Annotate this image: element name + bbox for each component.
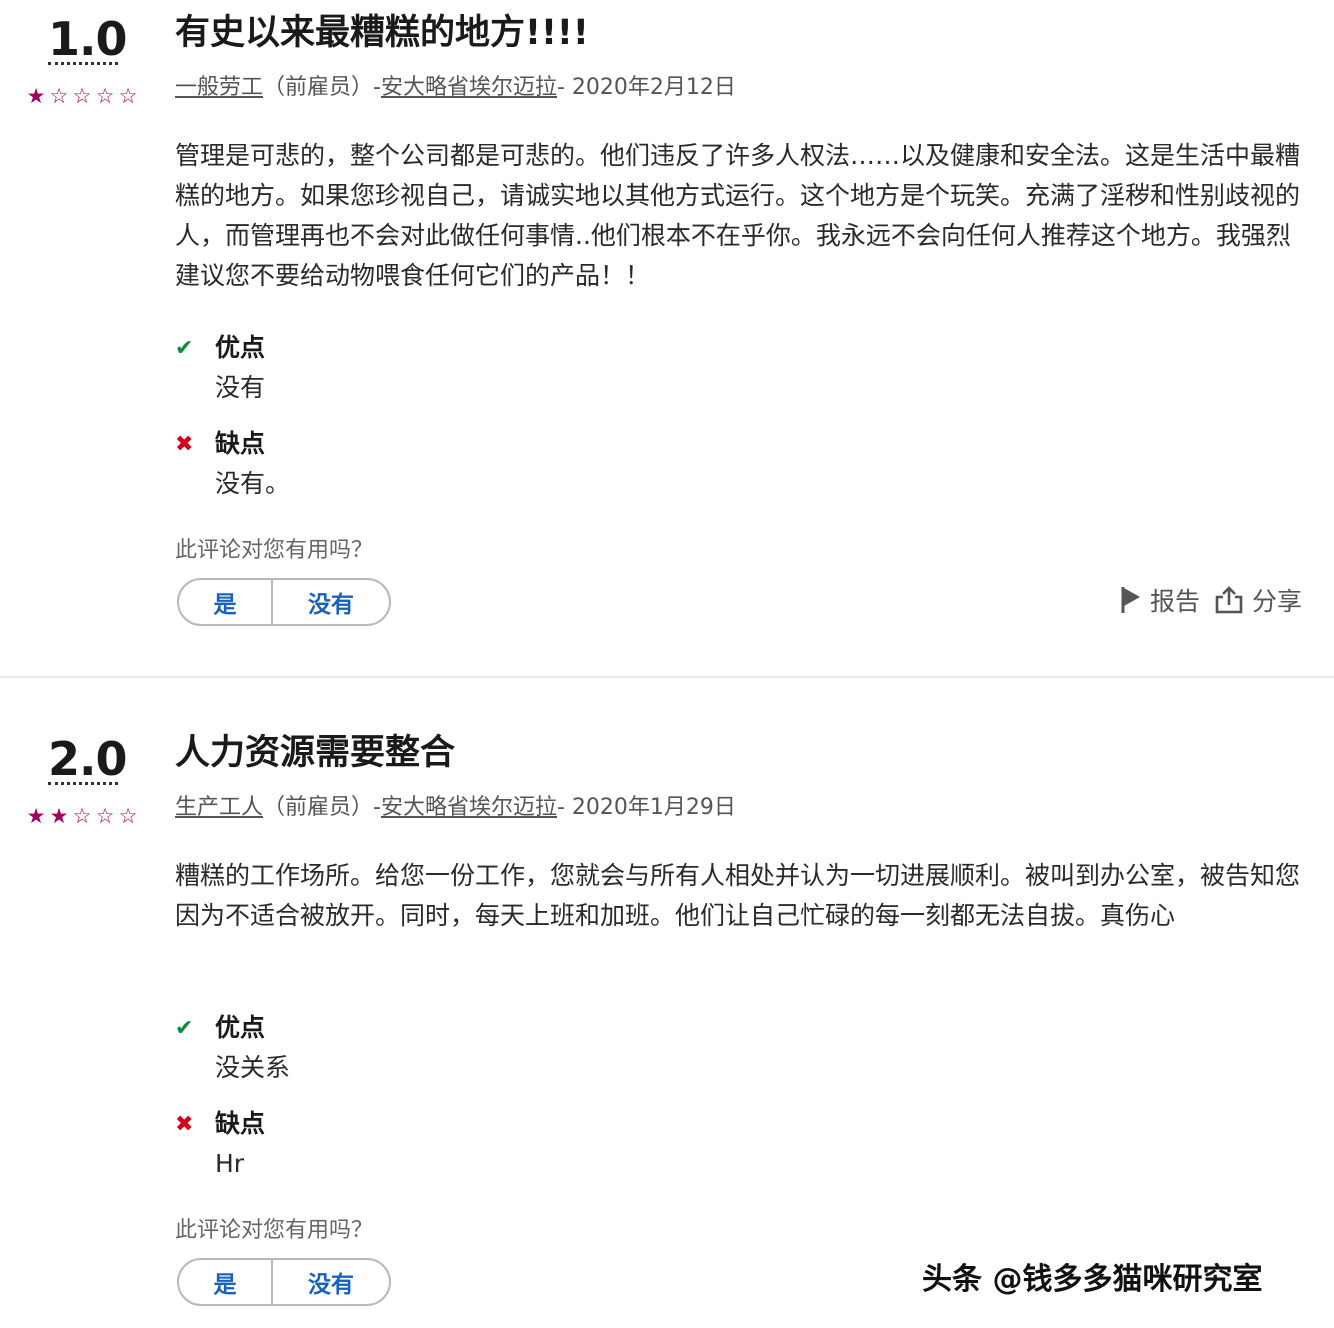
vote-yes-button[interactable]: 是 (179, 580, 273, 624)
flag-icon (1120, 585, 1142, 615)
review-meta: 生产工人（前雇员）-安大略省埃尔迈拉- 2020年1月29日 (175, 792, 736, 824)
rating-dotted-underline[interactable] (48, 782, 118, 785)
star-filled-icon: ★ (26, 84, 47, 108)
star-empty-icon: ☆ (118, 84, 139, 108)
review-date: - 2020年2月12日 (556, 75, 736, 100)
pros-heading: 优点 (215, 1013, 266, 1042)
pros-heading: 优点 (215, 333, 266, 362)
star-empty-icon: ☆ (49, 84, 70, 108)
star-filled-icon: ★ (26, 804, 47, 828)
vote-yes-button[interactable]: 是 (179, 1260, 273, 1304)
star-empty-icon: ☆ (72, 84, 93, 108)
review-card: 1.0 ★ ☆ ☆ ☆ ☆ 有史以来最糟糕的地方!!!! 一般劳工（前雇员）-安大略省埃… (0, 0, 1334, 676)
cons-text: 没有。 (215, 469, 291, 498)
vote-no-button[interactable]: 没有 (273, 1260, 389, 1304)
rating-dotted-underline[interactable] (48, 62, 118, 65)
star-rating: ★ ★ ☆ ☆ ☆ (25, 802, 140, 830)
review-body: 糟糕的工作场所。给您一份工作，您就会与所有人相处并认为一切进展顺利。被叫到办公室… (175, 861, 1301, 930)
rating-score: 1.0 (48, 12, 128, 66)
star-filled-icon: ★ (49, 804, 70, 828)
share-icon (1214, 585, 1244, 615)
location-link[interactable]: 安大略省埃尔迈拉 (381, 75, 557, 100)
star-empty-icon: ☆ (95, 84, 116, 108)
share-label: 分享 (1251, 587, 1302, 616)
review-actions: 报告 分享 (1120, 580, 1302, 620)
cross-icon: ✖ (175, 432, 194, 457)
watermark: 头条 @钱多多猫咪研究室 (922, 1262, 1263, 1297)
report-button[interactable]: 报告 (1120, 582, 1200, 618)
cons-text: Hr (215, 1149, 245, 1178)
report-label: 报告 (1149, 587, 1200, 616)
rating-score: 2.0 (48, 732, 128, 786)
review-body: 管理是可悲的，整个公司都是可悲的。他们违反了许多人权法……以及健康和安全法。这是… (175, 141, 1301, 290)
review-title: 人力资源需要整合 (175, 733, 456, 773)
cons-heading: 缺点 (215, 1109, 266, 1138)
pros-text: 没关系 (215, 1053, 291, 1082)
star-empty-icon: ☆ (72, 804, 93, 828)
helpful-vote-group: 是 没有 (177, 578, 391, 626)
cons-heading: 缺点 (215, 429, 266, 458)
review-meta: 一般劳工（前雇员）-安大略省埃尔迈拉- 2020年2月12日 (175, 72, 736, 104)
review-date: - 2020年1月29日 (556, 795, 736, 820)
helpful-question: 此评论对您有用吗？ (175, 538, 374, 563)
share-button[interactable]: 分享 (1214, 582, 1302, 618)
star-empty-icon: ☆ (95, 804, 116, 828)
job-title-link[interactable]: 生产工人 (175, 795, 263, 820)
pros-text: 没有 (215, 373, 266, 402)
star-rating: ★ ☆ ☆ ☆ ☆ (25, 82, 140, 110)
location-link[interactable]: 安大略省埃尔迈拉 (381, 795, 557, 820)
helpful-vote-group: 是 没有 (177, 1258, 391, 1306)
review-title: 有史以来最糟糕的地方!!!! (175, 13, 589, 53)
job-title-link[interactable]: 一般劳工 (175, 75, 263, 100)
star-empty-icon: ☆ (118, 804, 139, 828)
check-icon: ✔ (175, 1016, 194, 1041)
vote-no-button[interactable]: 没有 (273, 580, 389, 624)
check-icon: ✔ (175, 336, 194, 361)
review-card: 2.0 ★ ★ ☆ ☆ ☆ 人力资源需要整合 生产工人（前雇员）-安大略省埃尔迈拉- 2… (0, 678, 1334, 1328)
employee-status: （前雇员）- (263, 75, 381, 100)
employee-status: （前雇员）- (263, 795, 381, 820)
cross-icon: ✖ (175, 1112, 194, 1137)
helpful-question: 此评论对您有用吗？ (175, 1218, 374, 1243)
